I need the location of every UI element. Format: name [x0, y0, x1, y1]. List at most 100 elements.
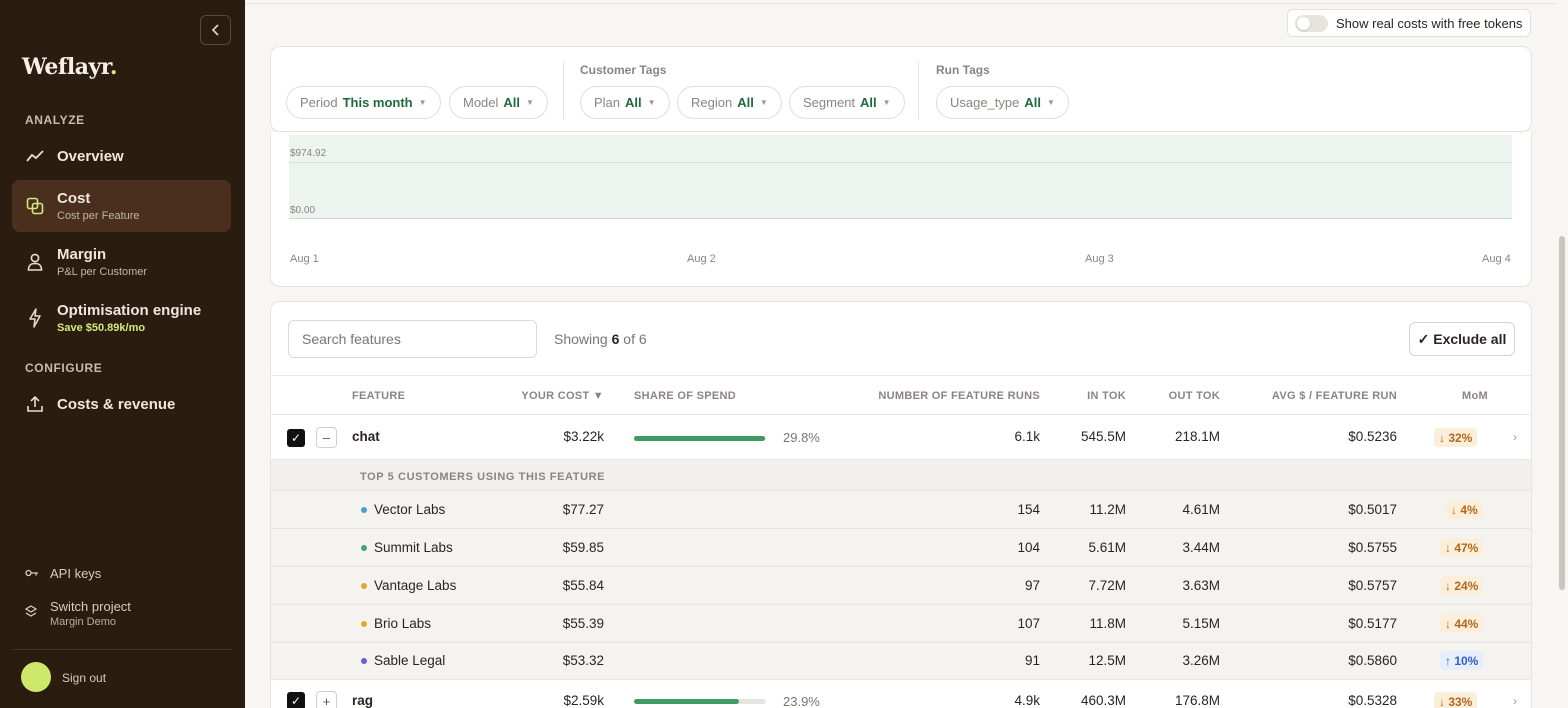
col-your-cost[interactable]: YOUR COST ▼ [505, 390, 604, 402]
filter-label: Segment [803, 95, 856, 110]
page-scrollbar[interactable] [1559, 236, 1565, 590]
sidebar-item-label: Cost [57, 190, 91, 207]
customer-name: Vantage Labs [374, 578, 457, 593]
col-share[interactable]: SHARE OF SPEND [634, 390, 736, 402]
col-in-tok[interactable]: IN TOK [1051, 390, 1126, 402]
sidebar-item-label: Costs & revenue [57, 395, 176, 413]
filter-separator [918, 61, 919, 119]
toggle-switch[interactable] [1295, 14, 1328, 32]
share-bar-fill [634, 699, 740, 704]
search-input[interactable] [288, 320, 537, 358]
gridline-baseline [289, 218, 1512, 219]
real-costs-toggle[interactable]: Show real costs with free tokens [1287, 9, 1531, 37]
in-tokens: 12.5M [1088, 653, 1126, 668]
chevron-right-icon[interactable]: › [1513, 430, 1517, 444]
table-header: FEATURE YOUR COST ▼ SHARE OF SPEND NUMBE… [271, 375, 1531, 415]
customer-row[interactable]: Vantage Labs $55.84 97 7.72M 3.63M $0.57… [271, 566, 1531, 603]
share-bar [634, 699, 766, 704]
expand-row-button[interactable]: + [316, 691, 337, 708]
avatar[interactable] [21, 662, 51, 692]
filter-value: All [625, 95, 642, 110]
plan-filter[interactable]: Plan All ▼ [580, 86, 670, 119]
avg-cost: $0.5860 [1348, 653, 1397, 668]
showing-count: Showing 6 of 6 [554, 331, 647, 347]
trend-line-icon [24, 145, 46, 167]
section-label-analyze: ANALYZE [25, 113, 85, 127]
avg-cost: $0.5328 [1348, 693, 1397, 708]
usage-type-filter[interactable]: Usage_type All ▼ [936, 86, 1069, 119]
table-row[interactable]: ✓ + rag $2.59k 23.9% 4.9k 460.3M 176.8M … [271, 679, 1531, 708]
upload-icon [24, 393, 46, 415]
table-row[interactable]: ✓ – chat $3.22k 29.8% 6.1k 545.5M 218.1M… [271, 416, 1531, 460]
out-tokens: 218.1M [1174, 429, 1220, 444]
sidebar-item-costs-revenue[interactable]: Costs & revenue [12, 386, 231, 422]
caret-down-icon: ▼ [647, 98, 656, 107]
segment-filter[interactable]: Segment All ▼ [789, 86, 905, 119]
sidebar-item-sublabel: Cost per Feature [57, 210, 140, 222]
mom-badge: ↑ 10% [1440, 651, 1484, 670]
customer-row[interactable]: Summit Labs $59.85 104 5.61M 3.44M $0.57… [271, 528, 1531, 565]
savings-badge: Save $50.89k/mo [57, 322, 146, 334]
col-out-tok[interactable]: OUT TOK [1141, 390, 1220, 402]
x-tick-label: Aug 3 [1085, 253, 1114, 265]
sidebar-item-cost[interactable]: Cost Cost per Feature [12, 180, 231, 232]
model-filter[interactable]: Model All ▼ [449, 86, 548, 119]
customer-row[interactable]: Brio Labs $55.39 107 11.8M 5.15M $0.5177… [271, 604, 1531, 641]
in-tokens: 7.72M [1088, 578, 1126, 593]
feature-cost: $3.22k [563, 429, 604, 444]
customer-row[interactable]: Sable Legal $53.32 91 12.5M 3.26M $0.586… [271, 642, 1531, 679]
customer-name: Brio Labs [374, 616, 432, 631]
col-mom[interactable]: MoM [1421, 390, 1488, 402]
avg-cost: $0.5236 [1348, 429, 1397, 444]
top-customers-panel: TOP 5 CUSTOMERS USING THIS FEATURE Vecto… [271, 460, 1531, 679]
col-feature[interactable]: FEATURE [352, 390, 405, 402]
filter-label: Region [691, 95, 733, 110]
sidebar-item-margin[interactable]: Margin P&L per Customer [12, 236, 231, 288]
mom-badge: ↓ 24% [1440, 576, 1484, 595]
api-keys-link[interactable]: API keys [25, 566, 101, 581]
switch-project-label: Switch project [50, 599, 131, 614]
customer-row[interactable]: Vector Labs $77.27 154 11.2M 4.61M $0.50… [271, 490, 1531, 527]
share-bar [634, 436, 766, 441]
exclude-all-button[interactable]: ✓ Exclude all [1409, 322, 1515, 356]
section-label-configure: CONFIGURE [25, 361, 103, 375]
project-name: Margin Demo [50, 616, 117, 628]
col-avg[interactable]: AVG $ / FEATURE RUN [1231, 390, 1397, 402]
sidebar-item-label: Overview [57, 147, 124, 165]
sidebar-item-overview[interactable]: Overview [12, 138, 231, 174]
customer-cost: $55.39 [562, 616, 604, 631]
top-customers-header: TOP 5 CUSTOMERS USING THIS FEATURE [360, 471, 606, 483]
col-runs[interactable]: NUMBER OF FEATURE RUNS [840, 390, 1040, 402]
x-tick-label: Aug 1 [290, 253, 319, 265]
filter-value: All [737, 95, 754, 110]
x-tick-label: Aug 4 [1482, 253, 1511, 265]
customer-runs: 97 [1024, 578, 1040, 593]
mom-badge: ↓ 4% [1446, 500, 1483, 519]
customer-name: Vector Labs [374, 502, 446, 517]
chevron-right-icon[interactable]: › [1513, 694, 1517, 708]
collapse-sidebar-button[interactable] [200, 15, 231, 45]
row-checkbox[interactable]: ✓ [287, 429, 305, 447]
toggle-label: Show real costs with free tokens [1336, 15, 1523, 31]
sign-out-link[interactable]: Sign out [62, 671, 106, 685]
in-tokens: 460.3M [1080, 693, 1126, 708]
switch-project-button[interactable]: Switch project Margin Demo [24, 599, 131, 628]
region-filter[interactable]: Region All ▼ [677, 86, 782, 119]
customer-name: Sable Legal [374, 653, 446, 668]
customer-color-dot [361, 545, 367, 551]
out-tokens: 5.15M [1182, 616, 1220, 631]
caret-down-icon: ▼ [759, 98, 768, 107]
collapse-row-button[interactable]: – [316, 427, 337, 448]
row-checkbox[interactable]: ✓ [287, 692, 305, 708]
filter-label: Model [463, 95, 499, 110]
filter-label: Usage_type [950, 95, 1020, 110]
mom-badge: ↓ 44% [1440, 614, 1484, 633]
app-logo[interactable]: Weflayr. [22, 54, 118, 80]
in-tokens: 11.2M [1089, 502, 1126, 517]
avg-cost: $0.5017 [1348, 502, 1397, 517]
customer-runs: 104 [1017, 540, 1040, 555]
sidebar-item-optimisation[interactable]: Optimisation engine Save $50.89k/mo [12, 292, 231, 344]
sidebar-item-label: Optimisation engine [57, 302, 202, 319]
in-tokens: 5.61M [1088, 540, 1126, 555]
period-filter[interactable]: Period This month ▼ [286, 86, 441, 119]
